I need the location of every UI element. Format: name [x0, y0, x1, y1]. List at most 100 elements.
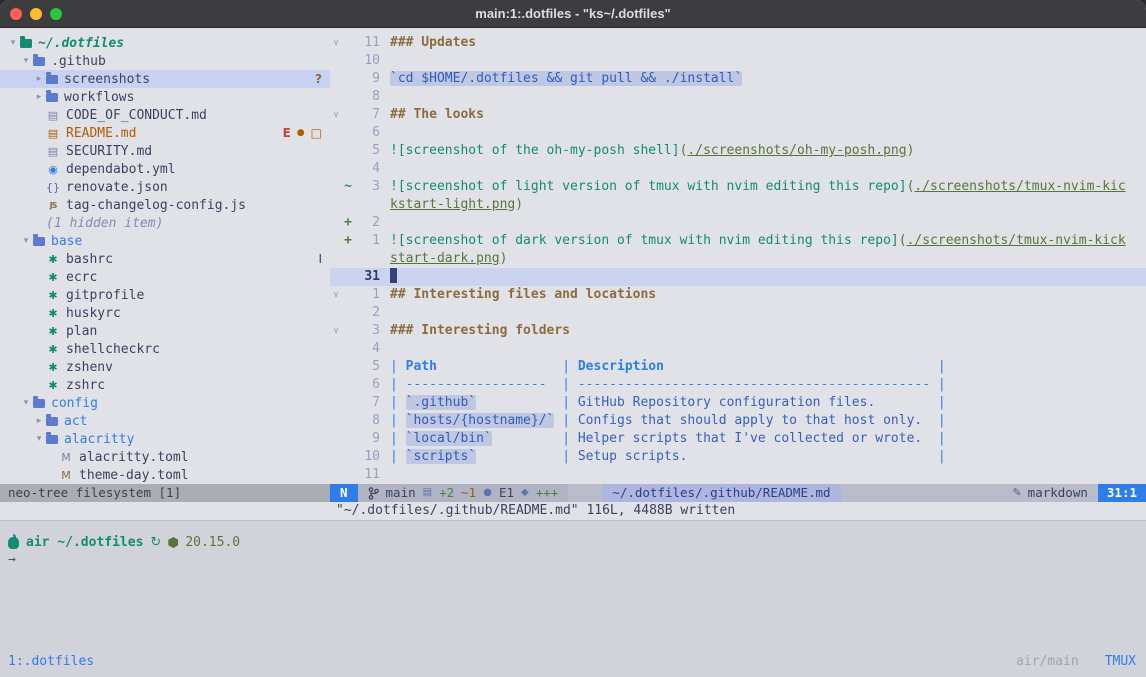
text-segment — [437, 359, 562, 374]
editor-line[interactable]: +1![screenshot of dark version of tmux w… — [330, 232, 1146, 250]
tree-folder-workflows[interactable]: ▸workflows — [0, 88, 330, 106]
sign-column — [342, 70, 354, 88]
editor-line[interactable]: 11 — [330, 466, 1146, 484]
nodejs-icon — [168, 537, 178, 548]
tree-folder-config[interactable]: ▾config — [0, 394, 330, 412]
tree-file-code-of-conduct-md[interactable]: ▤CODE_OF_CONDUCT.md — [0, 106, 330, 124]
editor-line[interactable]: 2 — [330, 304, 1146, 322]
editor-line[interactable]: +2 — [330, 214, 1146, 232]
close-button[interactable] — [10, 8, 22, 20]
tree-file-renovate-json[interactable]: {}renovate.json — [0, 178, 330, 196]
editor-line[interactable]: ∨1## Interesting files and locations — [330, 286, 1146, 304]
editor-buffer[interactable]: ∨11### Updates109`cd $HOME/.dotfiles && … — [330, 28, 1146, 484]
chevron-down-icon[interactable]: ▾ — [19, 56, 33, 66]
text-segment — [492, 431, 562, 446]
editor-line[interactable]: 6| ------------------ | ----------------… — [330, 376, 1146, 394]
tree-file-dependabot-yml[interactable]: ◉dependabot.yml — [0, 160, 330, 178]
window-title: main:1:.dotfiles - "ks~/.dotfiles" — [0, 6, 1146, 21]
chevron-down-icon[interactable]: ▾ — [32, 434, 46, 444]
tree-file-plan[interactable]: ✱plan — [0, 322, 330, 340]
tree-file-zshrc[interactable]: ✱zshrc — [0, 376, 330, 394]
shell-pane[interactable]: air ~/.dotfiles ↻ 20.15.0 → — [0, 520, 1146, 650]
tree-folder-alacritty[interactable]: ▾alacritty — [0, 430, 330, 448]
tree-folder-dotfiles[interactable]: ▾~/.dotfiles — [0, 34, 330, 52]
statusline-filepath[interactable]: ~/.dotfiles/.github/README.md — [602, 484, 840, 502]
editor-line[interactable]: ∨7## The looks — [330, 106, 1146, 124]
git-unstaged-badge: □ — [311, 126, 322, 140]
chevron-down-icon[interactable]: ▾ — [19, 236, 33, 246]
editor-line[interactable]: 4 — [330, 160, 1146, 178]
git-untracked-badge: ? — [315, 72, 322, 86]
editor-line-current[interactable]: 31 — [330, 268, 1146, 286]
editor-line[interactable]: 8 — [330, 88, 1146, 106]
tmux-statusbar[interactable]: 1:.dotfiles air/main TMUX — [0, 650, 1146, 677]
fold-open-icon[interactable]: ∨ — [330, 286, 342, 304]
row-badges: I — [318, 252, 322, 266]
markdown-link[interactable]: ./screenshots/tmux-nvim-kic — [914, 179, 1125, 194]
fold-open-icon[interactable]: ∨ — [330, 106, 342, 124]
neotree-sidebar[interactable]: ▾~/.dotfiles▾.github▸screenshots?▸workfl… — [0, 28, 330, 484]
tree-file-tag-changelog-config-js[interactable]: JStag-changelog-config.js — [0, 196, 330, 214]
shell-icon: ✱ — [46, 325, 60, 338]
editor-line[interactable]: 10 — [330, 52, 1146, 70]
tree-folder-base[interactable]: ▾base — [0, 232, 330, 250]
markdown-link[interactable]: kstart-light.png — [390, 197, 515, 212]
tree-folder-github[interactable]: ▾.github — [0, 52, 330, 70]
tree-file-alacritty-toml[interactable]: Malacritty.toml — [0, 448, 330, 466]
titlebar[interactable]: main:1:.dotfiles - "ks~/.dotfiles" — [0, 0, 1146, 28]
chevron-right-icon[interactable]: ▸ — [32, 92, 46, 102]
editor-line[interactable]: ~3![screenshot of light version of tmux … — [330, 178, 1146, 196]
fold-open-icon[interactable]: ∨ — [330, 322, 342, 340]
editor-line[interactable]: 8| `hosts/{hostname}/` | Configs that sh… — [330, 412, 1146, 430]
editor-line[interactable]: 10| `scripts` | Setup scripts. | — [330, 448, 1146, 466]
line-content: | `local/bin` | Helper scripts that I've… — [390, 430, 1146, 448]
chevron-down-icon[interactable]: ▾ — [19, 398, 33, 408]
editor-line[interactable]: 4 — [330, 340, 1146, 358]
tmux-window-label[interactable]: 1:.dotfiles — [8, 654, 94, 669]
editor-line[interactable]: ∨11### Updates — [330, 34, 1146, 52]
line-content — [390, 124, 1146, 142]
markdown-link[interactable]: ./screenshots/oh-my-posh.png — [687, 143, 906, 158]
tree-folder-screenshots[interactable]: ▸screenshots? — [0, 70, 330, 88]
editor-line[interactable]: 6 — [330, 124, 1146, 142]
item-label: huskyrc — [66, 306, 121, 321]
text-segment: Configs that should apply to that host o… — [578, 413, 938, 428]
text-segment: | — [562, 449, 578, 464]
tree-file-gitprofile[interactable]: ✱gitprofile — [0, 286, 330, 304]
prompt-arrow[interactable]: → — [0, 550, 1146, 567]
editor-line[interactable]: 9| `local/bin` | Helper scripts that I'v… — [330, 430, 1146, 448]
tree-file-security-md[interactable]: ▤SECURITY.md — [0, 142, 330, 160]
row-badges: ? — [315, 72, 322, 86]
chevron-down-icon[interactable]: ▾ — [6, 38, 20, 48]
branch-name[interactable]: main — [386, 484, 416, 502]
tree-file-ecrc[interactable]: ✱ecrc — [0, 268, 330, 286]
zoom-button[interactable] — [50, 8, 62, 20]
editor-line[interactable]: 5![screenshot of the oh-my-posh shell](.… — [330, 142, 1146, 160]
markdown-link[interactable]: ./screenshots/tmux-nvim-kick — [907, 233, 1126, 248]
tree-file-zshenv[interactable]: ✱zshenv — [0, 358, 330, 376]
fold-open-icon[interactable]: ∨ — [330, 34, 342, 52]
chevron-right-icon[interactable]: ▸ — [32, 416, 46, 426]
editor-line[interactable]: 9`cd $HOME/.dotfiles && git pull && ./in… — [330, 70, 1146, 88]
line-number: 2 — [354, 214, 380, 232]
tmux-badge: TMUX — [1105, 654, 1136, 669]
editor-line-wrap[interactable]: kstart-light.png) — [330, 196, 1146, 214]
line-content: ## The looks — [390, 106, 1146, 124]
minimize-button[interactable] — [30, 8, 42, 20]
tree-file-shellcheckrc[interactable]: ✱shellcheckrc — [0, 340, 330, 358]
text-segment: ## Interesting files and locations — [390, 287, 656, 302]
tree-folder-act[interactable]: ▸act — [0, 412, 330, 430]
editor-line-wrap[interactable]: start-dark.png) — [330, 250, 1146, 268]
editor-line[interactable]: ∨3### Interesting folders — [330, 322, 1146, 340]
chevron-right-icon[interactable]: ▸ — [32, 74, 46, 84]
line-content: ![screenshot of light version of tmux wi… — [390, 178, 1146, 196]
tree-file-readme-md[interactable]: ▤README.mdE●□ — [0, 124, 330, 142]
tree-file-theme-day-toml[interactable]: Mtheme-day.toml — [0, 466, 330, 484]
fold-column — [330, 196, 342, 214]
tree-file-bashrc[interactable]: ✱bashrcI — [0, 250, 330, 268]
editor-line[interactable]: 5| Path | Description | — [330, 358, 1146, 376]
markdown-link[interactable]: start-dark.png — [390, 251, 500, 266]
editor-line[interactable]: 7| `.github` | GitHub Repository configu… — [330, 394, 1146, 412]
tree-file-huskyrc[interactable]: ✱huskyrc — [0, 304, 330, 322]
line-content: start-dark.png) — [390, 250, 1146, 268]
